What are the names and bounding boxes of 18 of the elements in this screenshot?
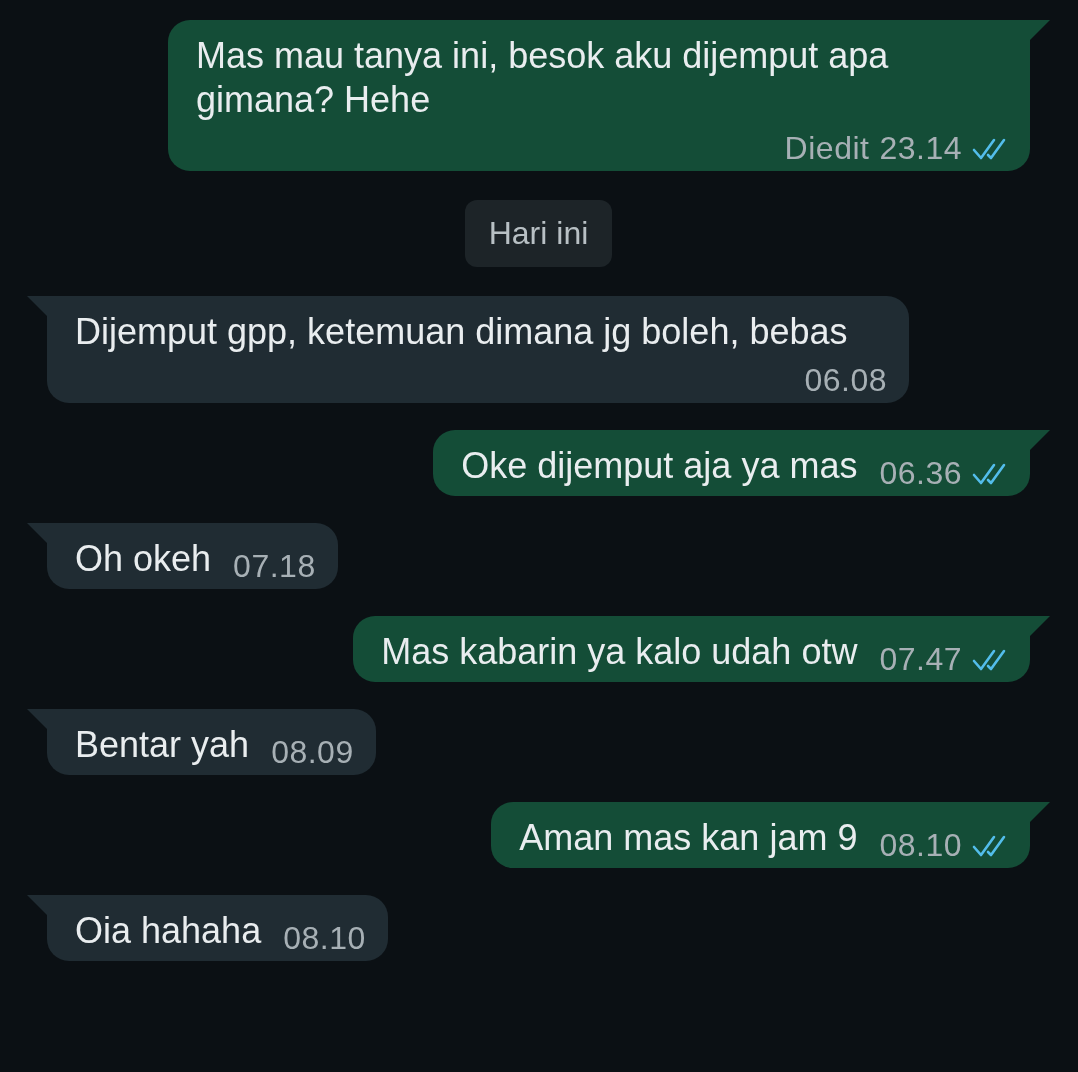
- edited-label: Diedit: [784, 130, 870, 167]
- message-time: 08.10: [879, 827, 962, 864]
- message-text: Aman mas kan jam 9: [519, 816, 858, 860]
- message-time: 07.47: [879, 641, 962, 678]
- message-text: Mas kabarin ya kalo udah otw: [381, 630, 858, 674]
- message-time: 06.08: [804, 362, 887, 399]
- message-time: 06.36: [879, 455, 962, 492]
- message-text: Oke dijemput aja ya mas: [461, 444, 858, 488]
- message-time: 23.14: [879, 130, 962, 167]
- message-text: Mas mau tanya ini, besok aku dijemput apa gimana? Hehe: [196, 34, 890, 122]
- message-text: Oh okeh: [75, 537, 212, 581]
- message-text: Oia hahaha: [75, 909, 262, 953]
- message-text: Bentar yah: [75, 723, 250, 767]
- date-chip: Hari ini: [464, 200, 613, 267]
- message-time: 08.09: [271, 734, 354, 771]
- message-time: 07.18: [233, 548, 316, 585]
- message-time: 08.10: [283, 920, 366, 957]
- message-text: Dijemput gpp, ketemuan dimana jg boleh, bebas: [75, 310, 849, 354]
